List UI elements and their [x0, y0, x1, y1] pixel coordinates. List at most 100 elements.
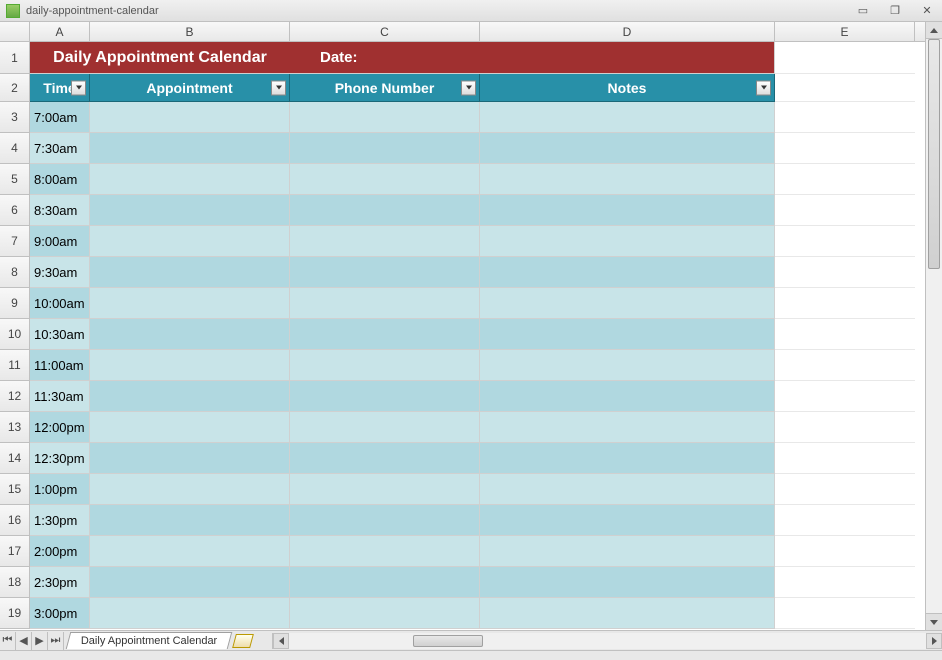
tab-nav-last[interactable]: ⏭: [48, 632, 64, 650]
cell-phone[interactable]: [290, 226, 480, 257]
scroll-down-button[interactable]: [926, 613, 942, 630]
cell-time[interactable]: 3:00pm: [30, 598, 90, 629]
cell-blank[interactable]: [775, 350, 915, 381]
cell-blank[interactable]: [775, 319, 915, 350]
cell-appointment[interactable]: [90, 226, 290, 257]
row-header[interactable]: 10: [0, 319, 30, 350]
cell-blank[interactable]: [775, 505, 915, 536]
worksheet[interactable]: A B C D E 1 Daily Appointment Calendar D…: [0, 22, 925, 630]
cell-phone[interactable]: [290, 257, 480, 288]
cell-time[interactable]: 12:00pm: [30, 412, 90, 443]
cell-phone[interactable]: [290, 195, 480, 226]
cell-phone[interactable]: [290, 536, 480, 567]
cell-time[interactable]: 1:00pm: [30, 474, 90, 505]
cell-notes[interactable]: [480, 505, 775, 536]
cell-time[interactable]: 2:30pm: [30, 567, 90, 598]
cell-notes[interactable]: [480, 195, 775, 226]
cell-time[interactable]: 1:30pm: [30, 505, 90, 536]
close-button[interactable]: ✕: [918, 4, 936, 18]
column-header-C[interactable]: C: [290, 22, 480, 41]
column-header-A[interactable]: A: [30, 22, 90, 41]
cell-appointment[interactable]: [90, 536, 290, 567]
row-header[interactable]: 13: [0, 412, 30, 443]
cell-appointment[interactable]: [90, 350, 290, 381]
cell-notes[interactable]: [480, 536, 775, 567]
scroll-up-button[interactable]: [926, 22, 942, 39]
row-header[interactable]: 6: [0, 195, 30, 226]
date-label-cell[interactable]: Date:: [290, 42, 775, 74]
cell-time[interactable]: 8:00am: [30, 164, 90, 195]
cell-time[interactable]: 10:00am: [30, 288, 90, 319]
cell-blank[interactable]: [775, 164, 915, 195]
cell-phone[interactable]: [290, 133, 480, 164]
cell-notes[interactable]: [480, 226, 775, 257]
tab-nav-prev[interactable]: ◀: [16, 632, 32, 650]
cell-appointment[interactable]: [90, 598, 290, 629]
header-notes[interactable]: Notes: [480, 74, 775, 102]
cell-blank[interactable]: [775, 257, 915, 288]
vertical-scrollbar[interactable]: [925, 22, 942, 630]
row-header[interactable]: 12: [0, 381, 30, 412]
cell-phone[interactable]: [290, 598, 480, 629]
vertical-scroll-thumb[interactable]: [928, 39, 940, 269]
cell-phone[interactable]: [290, 164, 480, 195]
cell-notes[interactable]: [480, 474, 775, 505]
cell-phone[interactable]: [290, 443, 480, 474]
cell-notes[interactable]: [480, 598, 775, 629]
cell-appointment[interactable]: [90, 505, 290, 536]
cell-appointment[interactable]: [90, 412, 290, 443]
cell-notes[interactable]: [480, 412, 775, 443]
cell-time[interactable]: 9:30am: [30, 257, 90, 288]
row-header[interactable]: 4: [0, 133, 30, 164]
cell-E1[interactable]: [775, 42, 915, 74]
cell-notes[interactable]: [480, 381, 775, 412]
scroll-right-button[interactable]: [926, 633, 942, 649]
cell-blank[interactable]: [775, 226, 915, 257]
row-header[interactable]: 18: [0, 567, 30, 598]
cell-blank[interactable]: [775, 102, 915, 133]
cell-time[interactable]: 11:30am: [30, 381, 90, 412]
row-header[interactable]: 9: [0, 288, 30, 319]
cell-notes[interactable]: [480, 257, 775, 288]
horizontal-scrollbar[interactable]: [272, 633, 942, 649]
cell-blank[interactable]: [775, 567, 915, 598]
cell-time[interactable]: 8:30am: [30, 195, 90, 226]
cell-notes[interactable]: [480, 319, 775, 350]
cell-phone[interactable]: [290, 350, 480, 381]
row-header-2[interactable]: 2: [0, 74, 30, 102]
cell-notes[interactable]: [480, 288, 775, 319]
title-cell[interactable]: Daily Appointment Calendar: [30, 42, 290, 74]
restore-button[interactable]: ❐: [886, 4, 904, 18]
cell-blank[interactable]: [775, 474, 915, 505]
column-header-D[interactable]: D: [480, 22, 775, 41]
scroll-left-button[interactable]: [273, 633, 289, 649]
row-header[interactable]: 15: [0, 474, 30, 505]
tab-nav-first[interactable]: ⏮: [0, 632, 16, 650]
cell-phone[interactable]: [290, 381, 480, 412]
header-time[interactable]: Time: [30, 74, 90, 102]
cell-time[interactable]: 7:30am: [30, 133, 90, 164]
row-header[interactable]: 19: [0, 598, 30, 629]
cell-phone[interactable]: [290, 102, 480, 133]
column-header-B[interactable]: B: [90, 22, 290, 41]
header-phone[interactable]: Phone Number: [290, 74, 480, 102]
row-header[interactable]: 16: [0, 505, 30, 536]
new-sheet-button[interactable]: [232, 634, 254, 648]
cell-appointment[interactable]: [90, 567, 290, 598]
cell-blank[interactable]: [775, 195, 915, 226]
row-header[interactable]: 11: [0, 350, 30, 381]
cell-time[interactable]: 9:00am: [30, 226, 90, 257]
cell-phone[interactable]: [290, 567, 480, 598]
header-appointment[interactable]: Appointment: [90, 74, 290, 102]
filter-button-phone[interactable]: [461, 80, 476, 95]
cell-appointment[interactable]: [90, 319, 290, 350]
cell-blank[interactable]: [775, 133, 915, 164]
tab-nav-next[interactable]: ▶: [32, 632, 48, 650]
cell-appointment[interactable]: [90, 133, 290, 164]
cell-blank[interactable]: [775, 536, 915, 567]
cell-appointment[interactable]: [90, 474, 290, 505]
row-header-1[interactable]: 1: [0, 42, 30, 74]
cell-blank[interactable]: [775, 598, 915, 629]
cell-appointment[interactable]: [90, 164, 290, 195]
row-header[interactable]: 7: [0, 226, 30, 257]
